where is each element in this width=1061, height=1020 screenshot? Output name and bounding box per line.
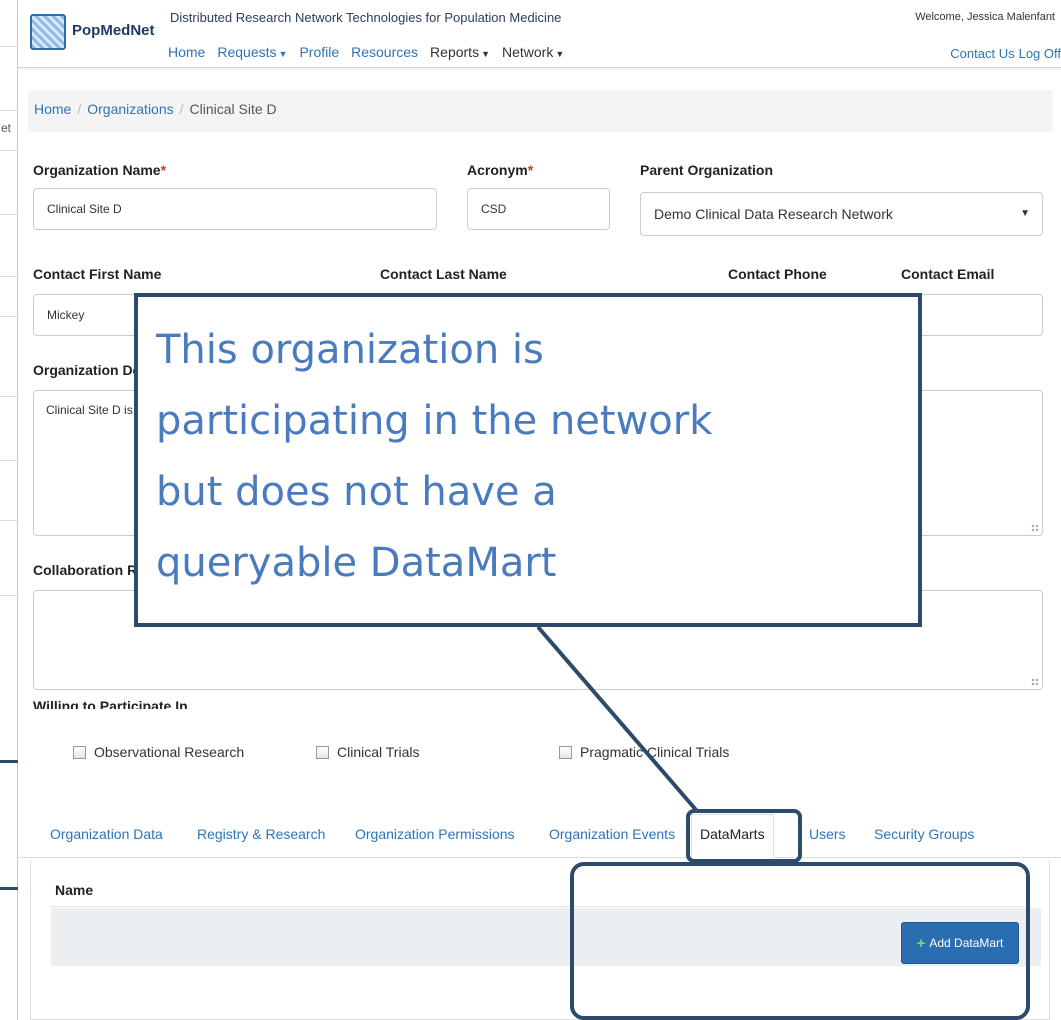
callout-line: This organization is [156, 327, 544, 373]
popmednet-logo-icon [30, 14, 66, 50]
main-nav: Home Requests ▼ Profile Resources Reports… [168, 44, 564, 60]
breadcrumb: Home / Organizations / Clinical Site D [28, 90, 1053, 132]
callout-line: but does not have a [156, 469, 557, 515]
org-name-label: Organization Name* [33, 162, 167, 178]
checkbox-icon[interactable] [73, 745, 86, 759]
highlight-add-button [570, 862, 1030, 1020]
pragmatic-clinical-trials-checkbox[interactable]: Pragmatic Clinical Trials [559, 744, 729, 760]
tab-organization-events[interactable]: Organization Events [549, 826, 675, 842]
tab-security-groups[interactable]: Security Groups [874, 826, 974, 842]
tab-users[interactable]: Users [809, 826, 846, 842]
resize-grip-icon[interactable] [1031, 678, 1039, 686]
breadcrumb-organizations[interactable]: Organizations [87, 101, 173, 117]
collaboration-label: Collaboration R [33, 562, 138, 578]
tab-registry-research[interactable]: Registry & Research [197, 826, 325, 842]
contact-email-label: Contact Email [901, 266, 995, 282]
parent-org-select[interactable]: Demo Clinical Data Research Network ▼ [640, 192, 1043, 236]
nav-home[interactable]: Home [168, 44, 205, 60]
highlight-datamarts-tab [686, 809, 802, 863]
nav-requests[interactable]: Requests ▼ [217, 44, 287, 60]
annotation-callout: This organization is participating in th… [134, 293, 922, 627]
checkbox-icon[interactable] [559, 745, 572, 759]
nav-resources[interactable]: Resources [351, 44, 418, 60]
callout-line: participating in the network [156, 398, 713, 444]
contact-first-label: Contact First Name [33, 266, 162, 282]
observational-research-checkbox[interactable]: Observational Research [73, 744, 244, 760]
background-text-fragment: et [1, 121, 12, 135]
nav-profile[interactable]: Profile [299, 44, 339, 60]
chevron-down-icon: ▼ [1020, 208, 1030, 219]
parent-org-label: Parent Organization [640, 162, 774, 178]
clinical-trials-checkbox[interactable]: Clinical Trials [316, 744, 419, 760]
contact-phone-label: Contact Phone [728, 266, 827, 282]
willing-label: Willing to Participate In [33, 698, 188, 709]
org-description-label: Organization De [33, 362, 141, 378]
grid-header-name[interactable]: Name [55, 882, 93, 898]
caret-down-icon: ▼ [555, 49, 565, 59]
logo-text: PopMedNet [72, 22, 155, 39]
caret-down-icon: ▼ [278, 49, 288, 59]
breadcrumb-home[interactable]: Home [34, 101, 71, 117]
checkbox-icon[interactable] [316, 745, 329, 759]
log-off-link[interactable]: Log Off [1019, 46, 1061, 61]
breadcrumb-current: Clinical Site D [189, 101, 277, 117]
tagline: Distributed Research Network Technologie… [170, 10, 562, 25]
acronym-label: Acronym* [467, 162, 534, 178]
welcome-text: Welcome, Jessica Malenfant [915, 11, 1055, 23]
nav-network[interactable]: Network ▼ [502, 44, 564, 60]
contact-us-link[interactable]: Contact Us [950, 46, 1014, 61]
caret-down-icon: ▼ [481, 49, 490, 59]
app-header: PopMedNet Distributed Research Network T… [18, 0, 1061, 68]
org-name-input[interactable]: Clinical Site D [33, 188, 437, 230]
nav-reports[interactable]: Reports ▼ [430, 44, 490, 60]
background-window: et [0, 0, 18, 1020]
acronym-input[interactable]: CSD [467, 188, 610, 230]
participation-options: Observational Research Clinical Trials P… [18, 744, 1061, 764]
organization-tabs: Organization Data Registry & Research Or… [18, 810, 1061, 858]
contact-last-label: Contact Last Name [380, 266, 507, 282]
callout-line: queryable DataMart [156, 540, 557, 586]
top-links: Contact Us Log Off [950, 46, 1061, 61]
tab-organization-permissions[interactable]: Organization Permissions [355, 826, 515, 842]
tab-organization-data[interactable]: Organization Data [50, 826, 163, 842]
logo[interactable]: PopMedNet [26, 6, 181, 64]
resize-grip-icon[interactable] [1031, 524, 1039, 532]
